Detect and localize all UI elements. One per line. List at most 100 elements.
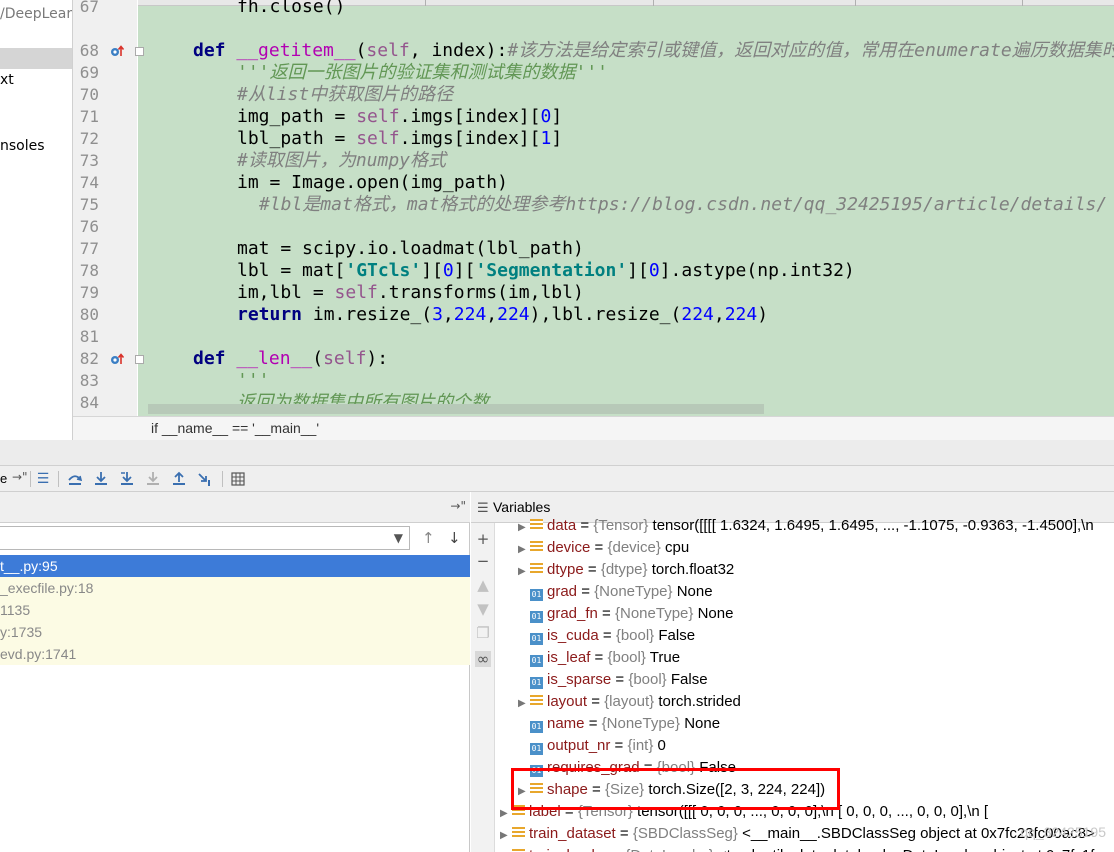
variable-value: torch.float32 xyxy=(651,561,735,578)
tool-window-splitter[interactable] xyxy=(0,440,1114,466)
code-line-82: def __len__(self): xyxy=(193,348,389,369)
project-tree: /DeepLearn xt nsoles xyxy=(0,0,73,440)
variable-row-device[interactable]: ▶ device = {device} cpu xyxy=(518,537,689,559)
line-number: 78 xyxy=(79,261,99,280)
previous-frame-icon[interactable]: ↑ xyxy=(422,529,435,547)
project-tree-item-consoles[interactable]: nsoles xyxy=(0,138,45,154)
object-field-icon xyxy=(512,827,525,839)
run-to-cursor-icon[interactable] xyxy=(196,470,214,488)
line-number: 84 xyxy=(79,393,99,412)
project-tree-item-txt[interactable]: xt xyxy=(0,72,14,88)
primitive-field-icon: 01 xyxy=(530,589,543,601)
frames-panel-header: →" xyxy=(0,492,470,523)
line-number: 72 xyxy=(79,129,99,148)
variable-type: {NoneType} xyxy=(614,605,694,622)
line-number: 70 xyxy=(79,85,99,104)
variable-row-name[interactable]: 01 name = {NoneType} None xyxy=(518,713,720,735)
editor-horizontal-scrollbar[interactable] xyxy=(148,404,764,414)
code-line-73: #读取图片，为numpy格式 xyxy=(237,150,447,171)
breadcrumb-item[interactable]: if __name__ == '__main__' xyxy=(151,420,319,436)
override-method-icon[interactable] xyxy=(110,352,124,366)
stack-frame[interactable]: 1135 xyxy=(0,599,470,621)
variable-row-is_leaf[interactable]: 01 is_leaf = {bool} True xyxy=(518,647,680,669)
variable-row-dtype[interactable]: ▶ dtype = {dtype} torch.float32 xyxy=(518,559,734,581)
variable-row-grad_fn[interactable]: 01 grad_fn = {NoneType} None xyxy=(518,603,733,625)
primitive-field-icon: 01 xyxy=(530,721,543,733)
stack-frame[interactable]: _execfile.py:18 xyxy=(0,577,470,599)
annotation-highlight-box xyxy=(511,768,840,810)
code-editor[interactable]: 67 68 69 70 71 72 73 74 75 76 77 78 79 8… xyxy=(73,0,1114,416)
variable-type: {NoneType} xyxy=(601,715,681,732)
code-line-71: img_path = self.imgs[index][0] xyxy=(237,106,563,127)
variable-type: {dtype} xyxy=(600,561,648,578)
variable-row-is_cuda[interactable]: 01 is_cuda = {bool} False xyxy=(518,625,695,647)
variable-type: {bool} xyxy=(628,671,667,688)
variable-value: <torch.utils.data.dataloader.DataLoader … xyxy=(718,847,1095,852)
variable-type: {bool} xyxy=(607,649,646,666)
variable-type: {Tensor} xyxy=(593,517,649,534)
remove-watch-icon[interactable]: − xyxy=(475,553,491,569)
project-tree-item-deeplearn[interactable]: /DeepLearn xyxy=(0,6,72,22)
variable-name: grad xyxy=(547,583,578,600)
step-out-icon[interactable] xyxy=(170,470,188,488)
line-number: 82 xyxy=(79,349,99,368)
copy-icon[interactable]: ❐ xyxy=(475,625,491,641)
variable-row-layout[interactable]: ▶ layout = {layout} torch.strided xyxy=(518,691,741,713)
pin-icon[interactable]: →" xyxy=(12,470,28,484)
add-watch-icon[interactable]: + xyxy=(475,531,491,547)
show-execution-point-icon[interactable]: ☰ xyxy=(34,470,52,488)
step-over-icon[interactable] xyxy=(66,470,84,488)
override-method-icon[interactable] xyxy=(110,44,124,58)
code-line-77: mat = scipy.io.loadmat(lbl_path) xyxy=(237,238,584,259)
pin-icon[interactable]: →" xyxy=(450,499,466,513)
frames-panel: →" ▼ ↑ ↓ t__.py:95 _execfile.py:18 1135 … xyxy=(0,492,470,852)
primitive-field-icon: 01 xyxy=(530,655,543,667)
line-number: 71 xyxy=(79,107,99,126)
variable-row-output_nr[interactable]: 01 output_nr = {int} 0 xyxy=(518,735,666,757)
stack-frame[interactable]: t__.py:95 xyxy=(0,555,470,577)
code-line-78: lbl = mat['GTcls'][0]['Segmentation'][0]… xyxy=(237,260,855,281)
next-frame-icon[interactable]: ↓ xyxy=(448,529,461,547)
stack-frame[interactable]: y:1735 xyxy=(0,621,470,643)
variable-row-train_loader[interactable]: ▶train_loader = {DataLoader} <torch.util… xyxy=(500,845,1094,852)
variables-icon: ☰ xyxy=(477,501,489,516)
variables-title: Variables xyxy=(493,499,551,515)
variable-type: {bool} xyxy=(615,627,655,644)
variable-row-data[interactable]: ▶ data = {Tensor} tensor([[[[ 1.6324, 1.6… xyxy=(518,515,1094,537)
variable-row-is_sparse[interactable]: 01 is_sparse = {bool} False xyxy=(518,669,708,691)
breadcrumb[interactable]: if __name__ == '__main__' xyxy=(73,416,1114,440)
line-number: 75 xyxy=(79,195,99,214)
step-into-my-code-icon[interactable] xyxy=(118,470,136,488)
expand-arrow-icon[interactable]: ▶ xyxy=(518,539,530,561)
stack-frame[interactable]: evd.py:1741 xyxy=(0,643,470,665)
show-watches-icon[interactable]: ∞ xyxy=(475,651,491,667)
expand-arrow-icon[interactable]: ▶ xyxy=(500,825,512,847)
frames-tab-label[interactable]: e xyxy=(0,471,7,486)
move-up-icon[interactable]: ▲ xyxy=(475,577,491,593)
variable-type: {int} xyxy=(627,737,654,754)
object-field-icon xyxy=(530,541,543,553)
variable-name: data xyxy=(547,517,577,534)
force-step-into-icon[interactable] xyxy=(144,470,162,488)
step-into-icon[interactable] xyxy=(92,470,110,488)
expand-arrow-icon[interactable]: ▶ xyxy=(518,561,530,583)
thread-selector[interactable]: ▼ xyxy=(0,526,410,550)
fold-marker[interactable] xyxy=(135,355,144,364)
variable-type: {layout} xyxy=(604,693,655,710)
object-field-icon xyxy=(530,563,543,575)
line-number: 73 xyxy=(79,151,99,170)
line-number: 74 xyxy=(79,173,99,192)
variable-row-grad[interactable]: 01 grad = {NoneType} None xyxy=(518,581,713,603)
variable-name: is_cuda xyxy=(547,627,599,644)
variable-value: False xyxy=(658,627,696,644)
expand-arrow-icon[interactable]: ▶ xyxy=(518,517,530,539)
expand-arrow-icon[interactable]: ▶ xyxy=(518,693,530,715)
variable-value: cpu xyxy=(665,539,690,556)
variable-value: None xyxy=(684,715,721,732)
move-down-icon[interactable]: ▼ xyxy=(475,601,491,617)
variable-row-train_dataset[interactable]: ▶ train_dataset = {SBDClassSeg} <__main__… xyxy=(500,823,1095,845)
evaluate-expression-icon[interactable] xyxy=(229,470,247,488)
expand-arrow-icon[interactable]: ▶ xyxy=(500,847,512,852)
fold-marker[interactable] xyxy=(135,47,144,56)
line-number: 69 xyxy=(79,63,99,82)
